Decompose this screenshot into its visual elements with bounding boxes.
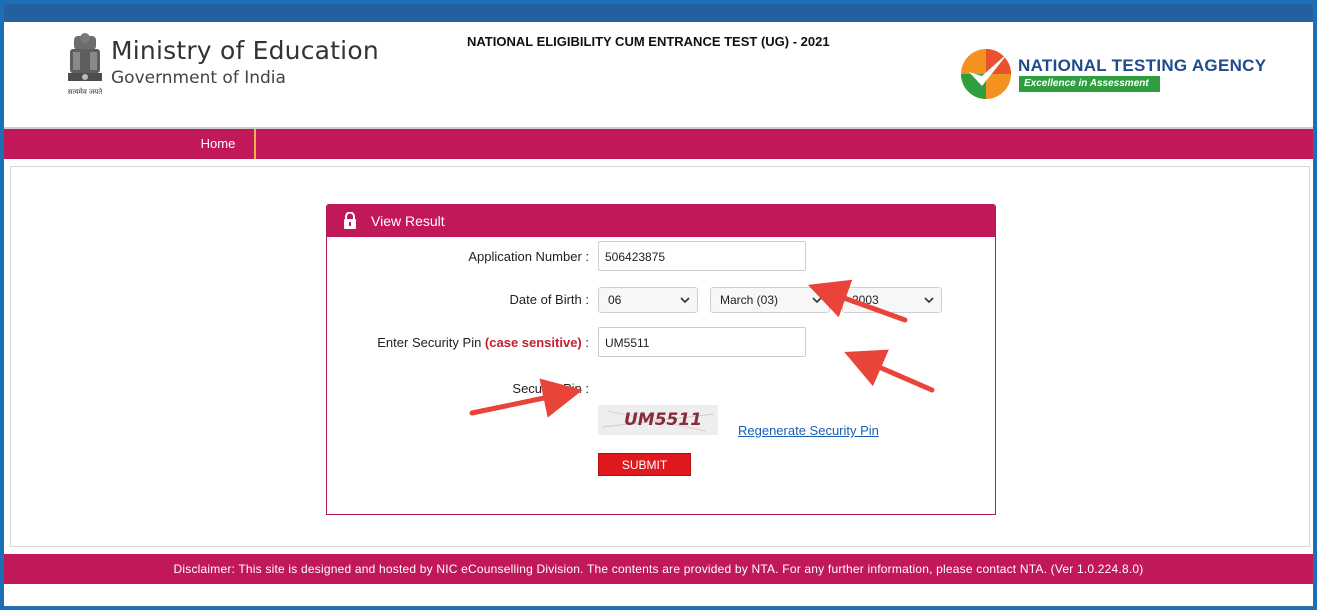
captcha-image: UM5511 xyxy=(598,405,718,435)
application-number-input[interactable]: 506423875 xyxy=(598,241,806,271)
panel-title: View Result xyxy=(371,213,445,229)
chevron-down-icon xyxy=(812,297,822,304)
dob-month-select[interactable]: March (03) xyxy=(710,287,830,313)
case-sensitive-note: (case sensitive) xyxy=(484,335,582,350)
exam-title: NATIONAL ELIGIBILITY CUM ENTRANCE TEST (… xyxy=(467,34,830,49)
lock-icon xyxy=(344,212,356,229)
dob-year-value: 2003 xyxy=(852,293,879,307)
view-result-panel: View Result Application Number : 5064238… xyxy=(326,204,996,515)
agency-tagline: Excellence in Assessment xyxy=(1019,76,1160,92)
chevron-down-icon xyxy=(680,297,690,304)
browser-frame: सत्यमेव जयते Ministry of Education Gover… xyxy=(3,3,1314,607)
dob-year-select[interactable]: 2003 xyxy=(842,287,942,313)
nav-home-link[interactable]: Home xyxy=(182,129,256,159)
government-subtitle: Government of India xyxy=(111,68,286,88)
security-pin-entry-label: Enter Security Pin (case sensitive) : xyxy=(327,335,589,350)
national-emblem-icon: सत्यमेव जयते xyxy=(68,33,103,96)
date-of-birth-label: Date of Birth : xyxy=(509,292,589,307)
main-navbar: Home xyxy=(4,129,1313,159)
captcha-graphic: UM5511 xyxy=(601,410,715,432)
nta-check-logo-icon xyxy=(961,49,1011,99)
submit-button[interactable]: SUBMIT xyxy=(598,453,691,476)
dob-day-select[interactable]: 06 xyxy=(598,287,698,313)
chevron-down-icon xyxy=(924,297,934,304)
agency-name: NATIONAL TESTING AGENCY xyxy=(1018,56,1267,75)
security-pin-label: Security Pin : xyxy=(512,381,589,396)
dob-day-value: 06 xyxy=(608,293,622,307)
dob-month-value: March (03) xyxy=(720,293,779,307)
ministry-title: Ministry of Education xyxy=(111,36,379,65)
content-area: View Result Application Number : 5064238… xyxy=(10,166,1310,547)
security-pin-input[interactable]: UM5511 xyxy=(598,327,806,357)
captcha-text: UM5511 xyxy=(624,410,702,430)
regenerate-security-pin-link[interactable]: Regenerate Security Pin xyxy=(738,423,879,438)
site-header: सत्यमेव जयते Ministry of Education Gover… xyxy=(4,22,1313,129)
pin-label-colon: : xyxy=(581,335,589,350)
emblem-motto: सत्यमेव जयते xyxy=(68,87,103,96)
footer-disclaimer: Disclaimer: This site is designed and ho… xyxy=(4,554,1313,584)
top-strip xyxy=(4,4,1313,22)
panel-header: View Result xyxy=(327,205,995,237)
pin-label-text: Enter Security Pin xyxy=(377,335,485,350)
application-number-label: Application Number : xyxy=(468,249,589,264)
